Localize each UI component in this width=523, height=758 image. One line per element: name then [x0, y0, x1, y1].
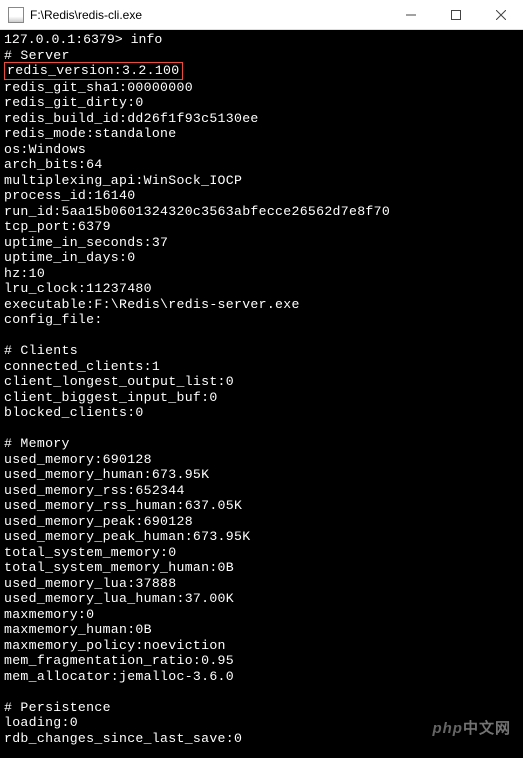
- output-line: executable:F:\Redis\redis-server.exe: [4, 297, 519, 313]
- version-highlight: redis_version:3.2.100: [4, 62, 183, 80]
- blank-line: [4, 684, 519, 700]
- window-controls: [388, 0, 523, 29]
- output-line: used_memory_peak:690128: [4, 514, 519, 530]
- output-line: client_longest_output_list:0: [4, 374, 519, 390]
- output-line: maxmemory_policy:noeviction: [4, 638, 519, 654]
- output-line: used_memory_rss_human:637.05K: [4, 498, 519, 514]
- section-header-memory: # Memory: [4, 436, 519, 452]
- output-line: used_memory_rss:652344: [4, 483, 519, 499]
- output-line: redis_git_dirty:0: [4, 95, 519, 111]
- output-line: used_memory_lua:37888: [4, 576, 519, 592]
- output-line: used_memory_lua_human:37.00K: [4, 591, 519, 607]
- window-title: F:\Redis\redis-cli.exe: [30, 8, 388, 22]
- blank-line: [4, 421, 519, 437]
- output-line: redis_mode:standalone: [4, 126, 519, 142]
- output-line: arch_bits:64: [4, 157, 519, 173]
- minimize-button[interactable]: [388, 0, 433, 30]
- prompt-command: info: [131, 32, 163, 47]
- close-button[interactable]: [478, 0, 523, 30]
- watermark-suffix: 中文网: [463, 720, 511, 737]
- window-titlebar: F:\Redis\redis-cli.exe: [0, 0, 523, 30]
- output-line: total_system_memory_human:0B: [4, 560, 519, 576]
- output-line: mem_allocator:jemalloc-3.6.0: [4, 669, 519, 685]
- output-line: multiplexing_api:WinSock_IOCP: [4, 173, 519, 189]
- output-line: process_id:16140: [4, 188, 519, 204]
- terminal-output[interactable]: 127.0.0.1:6379> info # Server redis_vers…: [0, 30, 523, 758]
- section-header-clients: # Clients: [4, 343, 519, 359]
- output-line: tcp_port:6379: [4, 219, 519, 235]
- output-line: connected_clients:1: [4, 359, 519, 375]
- output-line: uptime_in_seconds:37: [4, 235, 519, 251]
- output-line: run_id:5aa15b0601324320c3563abfecce26562…: [4, 204, 519, 220]
- output-line: redis_git_sha1:00000000: [4, 80, 519, 96]
- prompt-line: 127.0.0.1:6379> info: [4, 32, 519, 48]
- app-icon: [8, 7, 24, 23]
- redis-version-line: redis_version:3.2.100: [4, 63, 519, 80]
- output-line: mem_fragmentation_ratio:0.95: [4, 653, 519, 669]
- server-section: redis_git_sha1:00000000redis_git_dirty:0…: [4, 80, 519, 328]
- output-line: used_memory:690128: [4, 452, 519, 468]
- watermark: php中文网: [432, 721, 511, 737]
- output-line: client_biggest_input_buf:0: [4, 390, 519, 406]
- output-line: redis_build_id:dd26f1f93c5130ee: [4, 111, 519, 127]
- output-line: uptime_in_days:0: [4, 250, 519, 266]
- output-line: total_system_memory:0: [4, 545, 519, 561]
- memory-section: used_memory:690128used_memory_human:673.…: [4, 452, 519, 685]
- section-header-server: # Server: [4, 48, 519, 64]
- output-line: blocked_clients:0: [4, 405, 519, 421]
- output-line: used_memory_peak_human:673.95K: [4, 529, 519, 545]
- clients-section: connected_clients:1client_longest_output…: [4, 359, 519, 421]
- output-line: maxmemory_human:0B: [4, 622, 519, 638]
- output-line: used_memory_human:673.95K: [4, 467, 519, 483]
- section-header-persistence: # Persistence: [4, 700, 519, 716]
- watermark-prefix: php: [432, 720, 463, 737]
- output-line: lru_clock:11237480: [4, 281, 519, 297]
- output-line: maxmemory:0: [4, 607, 519, 623]
- output-line: os:Windows: [4, 142, 519, 158]
- maximize-button[interactable]: [433, 0, 478, 30]
- prompt-host: 127.0.0.1:6379>: [4, 32, 123, 47]
- output-line: config_file:: [4, 312, 519, 328]
- blank-line: [4, 328, 519, 344]
- output-line: hz:10: [4, 266, 519, 282]
